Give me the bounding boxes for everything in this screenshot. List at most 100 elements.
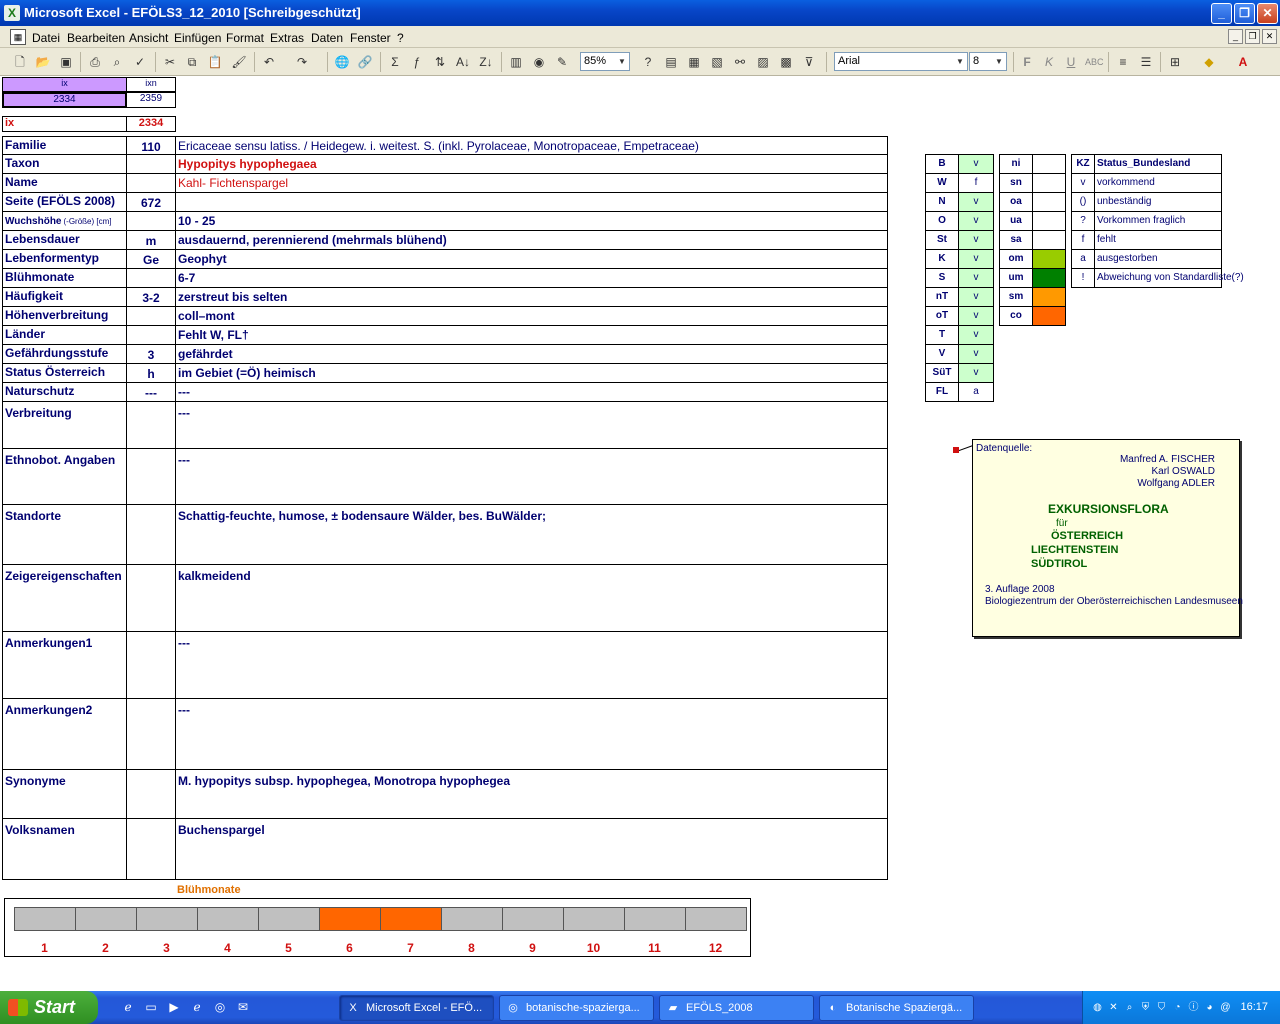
state-value-cell[interactable]: v [958,306,994,326]
menu-einfuegen[interactable]: Einfügen [174,31,221,45]
row-label-cell[interactable]: Häufigkeit [2,287,127,307]
legend-key-cell[interactable]: ? [1071,211,1095,231]
row-text-cell[interactable]: im Gebiet (=Ö) heimisch [175,363,888,383]
row-label-cell[interactable]: Familie [2,136,127,155]
row-label-cell[interactable]: Höhenverbreitung [2,306,127,326]
font-color-icon[interactable]: A [1234,53,1252,71]
row-label-cell[interactable]: Wuchshöhe (-Größe) [cm] [2,211,127,231]
row-code-cell[interactable]: m [126,230,176,250]
zone-color-cell[interactable] [1032,249,1066,269]
state-key-cell[interactable]: V [925,344,959,364]
row-text-cell[interactable] [175,192,888,212]
search-icon[interactable]: ⌕ [1123,1001,1136,1014]
start-button[interactable]: Start [0,991,98,1024]
network-icon[interactable]: ◍ [1091,1001,1104,1014]
doc-minimize-button[interactable]: _ [1228,29,1243,44]
chart-icon[interactable]: ▥ [507,53,525,71]
row-text-cell[interactable]: zerstreut bis selten [175,287,888,307]
tray-icon-c[interactable]: ◕ [1203,1001,1216,1014]
state-key-cell[interactable]: SüT [925,363,959,383]
state-value-cell[interactable]: v [958,192,994,212]
tall-code-cell[interactable] [126,564,176,632]
state-value-cell[interactable]: v [958,287,994,307]
italic-button[interactable]: K [1040,53,1058,71]
tall-text-cell[interactable]: --- [175,698,888,770]
tall-text-cell[interactable]: --- [175,448,888,505]
row-text-cell[interactable]: 6-7 [175,268,888,288]
web-icon[interactable]: 🔗 [356,53,374,71]
state-value-cell[interactable]: v [958,344,994,364]
drawing-icon[interactable]: ✎ [553,53,571,71]
tall-code-cell[interactable] [126,448,176,505]
row-label-cell[interactable]: Name [2,173,127,193]
doc-restore-button[interactable]: ❐ [1245,29,1260,44]
row-label-cell[interactable]: Länder [2,325,127,345]
tall-text-cell[interactable]: --- [175,631,888,699]
shield-icon[interactable]: ⛉ [1155,1001,1168,1014]
sort-asc-icon[interactable]: ⇅ [431,53,449,71]
legend-value-cell[interactable]: Vorkommen fraglich [1094,211,1222,231]
zone-color-cell[interactable] [1032,287,1066,307]
state-key-cell[interactable]: oT [925,306,959,326]
row-code-cell[interactable] [126,306,176,326]
zone-key-cell[interactable]: om [999,249,1033,269]
legend-value-cell[interactable]: Abweichung von Standardliste(?) [1094,268,1244,288]
hyperlink-icon[interactable]: 🌐 [333,53,351,71]
row-label-cell[interactable]: Blühmonate [2,268,127,288]
tall-code-cell[interactable] [126,769,176,819]
underline-button[interactable]: U [1062,53,1080,71]
row-code-cell[interactable] [126,211,176,231]
state-value-cell[interactable]: v [958,268,994,288]
zone-key-cell[interactable]: ua [999,211,1033,231]
row-text-cell[interactable]: gefährdet [175,344,888,364]
bold-button[interactable]: F [1018,53,1036,71]
state-key-cell[interactable]: S [925,268,959,288]
toolbar-icon-b[interactable]: ▦ [685,53,703,71]
quicklaunch-mail-icon[interactable]: ✉ [235,1000,251,1016]
borders-icon[interactable]: ⊞ [1166,53,1184,71]
row-text-cell[interactable]: ausdauernd, perennierend (mehrmals blühe… [175,230,888,250]
tall-text-cell[interactable]: kalkmeidend [175,564,888,632]
tray-icon-b[interactable]: ◔ [1171,1001,1184,1014]
state-key-cell[interactable]: St [925,230,959,250]
state-value-cell[interactable]: v [958,230,994,250]
menu-daten[interactable]: Daten [311,31,343,45]
legend-value-cell[interactable]: vorkommend [1094,173,1222,193]
zone-key-cell[interactable]: sm [999,287,1033,307]
zone-color-cell[interactable] [1032,192,1066,212]
zone-color-cell[interactable] [1032,306,1066,326]
row-code-cell[interactable] [126,325,176,345]
legend-key-cell[interactable]: a [1071,249,1095,269]
zone-color-cell[interactable] [1032,154,1066,174]
tall-label-cell[interactable]: Zeigereigenschaften [2,564,127,632]
state-key-cell[interactable]: T [925,325,959,345]
row-text-cell[interactable]: Ericaceae sensu latiss. / Heidegew. i. w… [175,136,888,155]
print-preview-icon[interactable]: ⌕ [108,53,126,71]
row-text-cell[interactable]: coll–mont [175,306,888,326]
state-key-cell[interactable]: K [925,249,959,269]
zone-key-cell[interactable]: sn [999,173,1033,193]
sort-za-icon[interactable]: Z↓ [477,53,495,71]
task-botanik[interactable]: ◐ Botanische Spaziergä... [819,995,974,1021]
legend-value-cell[interactable]: fehlt [1094,230,1222,250]
row-code-cell[interactable]: h [126,363,176,383]
row-code-cell[interactable]: 110 [126,136,176,155]
new-icon[interactable]: 🗋 [11,53,29,71]
workbook-icon[interactable]: ▦ [10,29,26,45]
tall-code-cell[interactable] [126,698,176,770]
legend-value-cell[interactable]: ausgestorben [1094,249,1222,269]
menu-fenster[interactable]: Fenster [350,31,391,45]
cut-icon[interactable]: ✂ [161,53,179,71]
zone-color-cell[interactable] [1032,230,1066,250]
row-code-cell[interactable]: 3 [126,344,176,364]
row-text-cell[interactable]: Hypopitys hypophegaea [175,154,888,174]
font-select[interactable]: Arial ▼ [834,52,968,71]
row-label-cell[interactable]: Status Österreich [2,363,127,383]
toolbar-icon-c[interactable]: ▧ [708,53,726,71]
row-label-cell[interactable]: Naturschutz [2,382,127,402]
format-painter-icon[interactable]: 🖌 [230,53,248,71]
state-key-cell[interactable]: W [925,173,959,193]
row-code-cell[interactable]: --- [126,382,176,402]
state-value-cell[interactable]: v [958,249,994,269]
quicklaunch-ie-icon[interactable]: ℯ [120,1000,136,1016]
